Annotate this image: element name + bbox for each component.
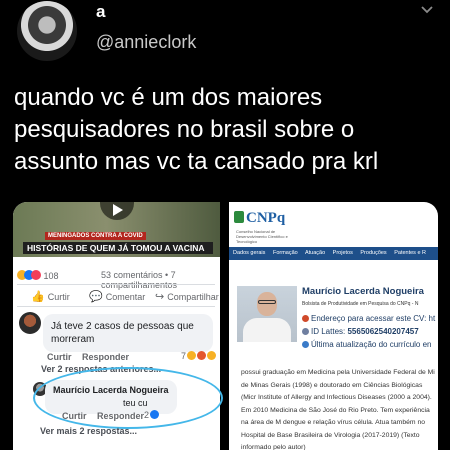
comment-label: Comentar: [105, 292, 146, 302]
share-arrow-icon: ↪: [155, 291, 165, 303]
divider: [17, 284, 215, 285]
angry-icon: [197, 351, 207, 360]
tweet-text: quando vc é um dos maiores pesquisadores…: [14, 84, 379, 175]
cv-address[interactable]: Endereço para acessar este CV: ht: [302, 314, 435, 323]
share-label: Compartilhar: [167, 292, 219, 302]
nav-atuacao[interactable]: Atuação: [305, 250, 325, 256]
profile-avatar[interactable]: [17, 1, 77, 61]
nav-projetos[interactable]: Projetos: [333, 250, 353, 256]
researcher-photo: [237, 286, 297, 342]
love-icon: [31, 270, 41, 280]
comment-reactions[interactable]: 7: [181, 351, 217, 361]
reaction-count[interactable]: 108: [44, 271, 59, 281]
lattes-screenshot: CNPq Conselho Nacional de Desenvolviment…: [229, 202, 438, 450]
last-update: Última atualização do currículo en: [302, 340, 432, 349]
comment-reply-link[interactable]: Responder: [82, 352, 129, 362]
video-kicker: MENINGADOS CONTRA A COVID: [45, 232, 146, 240]
researcher-name: Maurício Lacerda Nogueira: [302, 286, 424, 297]
lattes-nav: Dados gerais Formação Atuação Projetos P…: [229, 247, 438, 260]
id-label: ID Lattes:: [311, 327, 346, 336]
researcher-bio: possui graduação em Medicina pela Univer…: [241, 369, 435, 450]
commenter-avatar[interactable]: [19, 312, 41, 334]
post-stats: 108 53 comentários • 7 compartilhamentos: [17, 270, 217, 290]
comment-like-link[interactable]: Curtir: [47, 352, 72, 362]
cnpq-logo: CNPq: [234, 210, 285, 227]
link-icon: [302, 315, 309, 322]
id-icon: [302, 328, 309, 335]
nav-dados-gerais[interactable]: Dados gerais: [233, 250, 265, 256]
id-value: 5565062540207457: [347, 327, 419, 336]
nav-formacao[interactable]: Formação: [273, 250, 298, 256]
nav-producoes[interactable]: Produções: [360, 250, 386, 256]
haha-icon: [187, 351, 197, 360]
chevron-down-icon[interactable]: [420, 3, 434, 17]
nav-patentes[interactable]: Patentes e R: [394, 250, 426, 256]
comments-shares[interactable]: 53 comentários • 7 compartilhamentos: [101, 270, 217, 290]
calendar-icon: [302, 341, 309, 348]
speech-bubble-icon: 💬: [89, 291, 103, 303]
comment-bubble: Já teve 2 casos de pessoas que morreram: [43, 314, 213, 352]
cv-address-label: Endereço para acessar este CV: ht: [311, 314, 436, 323]
comment-reaction-count: 7: [181, 351, 187, 361]
wow-icon: [207, 351, 217, 360]
video-thumbnail[interactable]: MENINGADOS CONTRA A COVID HISTÓRIAS DE Q…: [13, 202, 220, 257]
view-more-replies[interactable]: Ver mais 2 respostas...: [40, 426, 137, 436]
bolsa-text: Bolsista de Produtividade em Pesquisa do…: [302, 301, 419, 307]
comment-meta: Curtir Responder: [47, 352, 137, 362]
comment-text: Já teve 2 casos de pessoas que morreram: [51, 321, 194, 345]
video-banner: HISTÓRIAS DE QUEM JÁ TOMOU A VACINA: [23, 242, 213, 254]
like-label: Curtir: [47, 292, 70, 302]
share-button[interactable]: ↪ Compartilhar: [155, 290, 219, 303]
thumbs-up-icon: 👍: [31, 291, 45, 303]
highlight-circle: [33, 367, 223, 429]
cnpq-logo-text: CNPq: [246, 210, 286, 226]
comment-button[interactable]: 💬 Comentar: [89, 290, 145, 303]
last-update-label: Última atualização do currículo en: [311, 340, 432, 349]
cnpq-mark-icon: [234, 211, 244, 223]
like-button[interactable]: 👍 Curtir: [31, 290, 70, 303]
display-name[interactable]: a: [96, 2, 105, 22]
lattes-id: ID Lattes: 5565062540207457: [302, 327, 419, 336]
user-handle[interactable]: @annieclork: [96, 32, 196, 53]
cnpq-subtitle: Conselho Nacional de Desenvolvimento Cie…: [236, 229, 288, 244]
divider: [17, 306, 215, 307]
play-icon[interactable]: [100, 202, 134, 220]
